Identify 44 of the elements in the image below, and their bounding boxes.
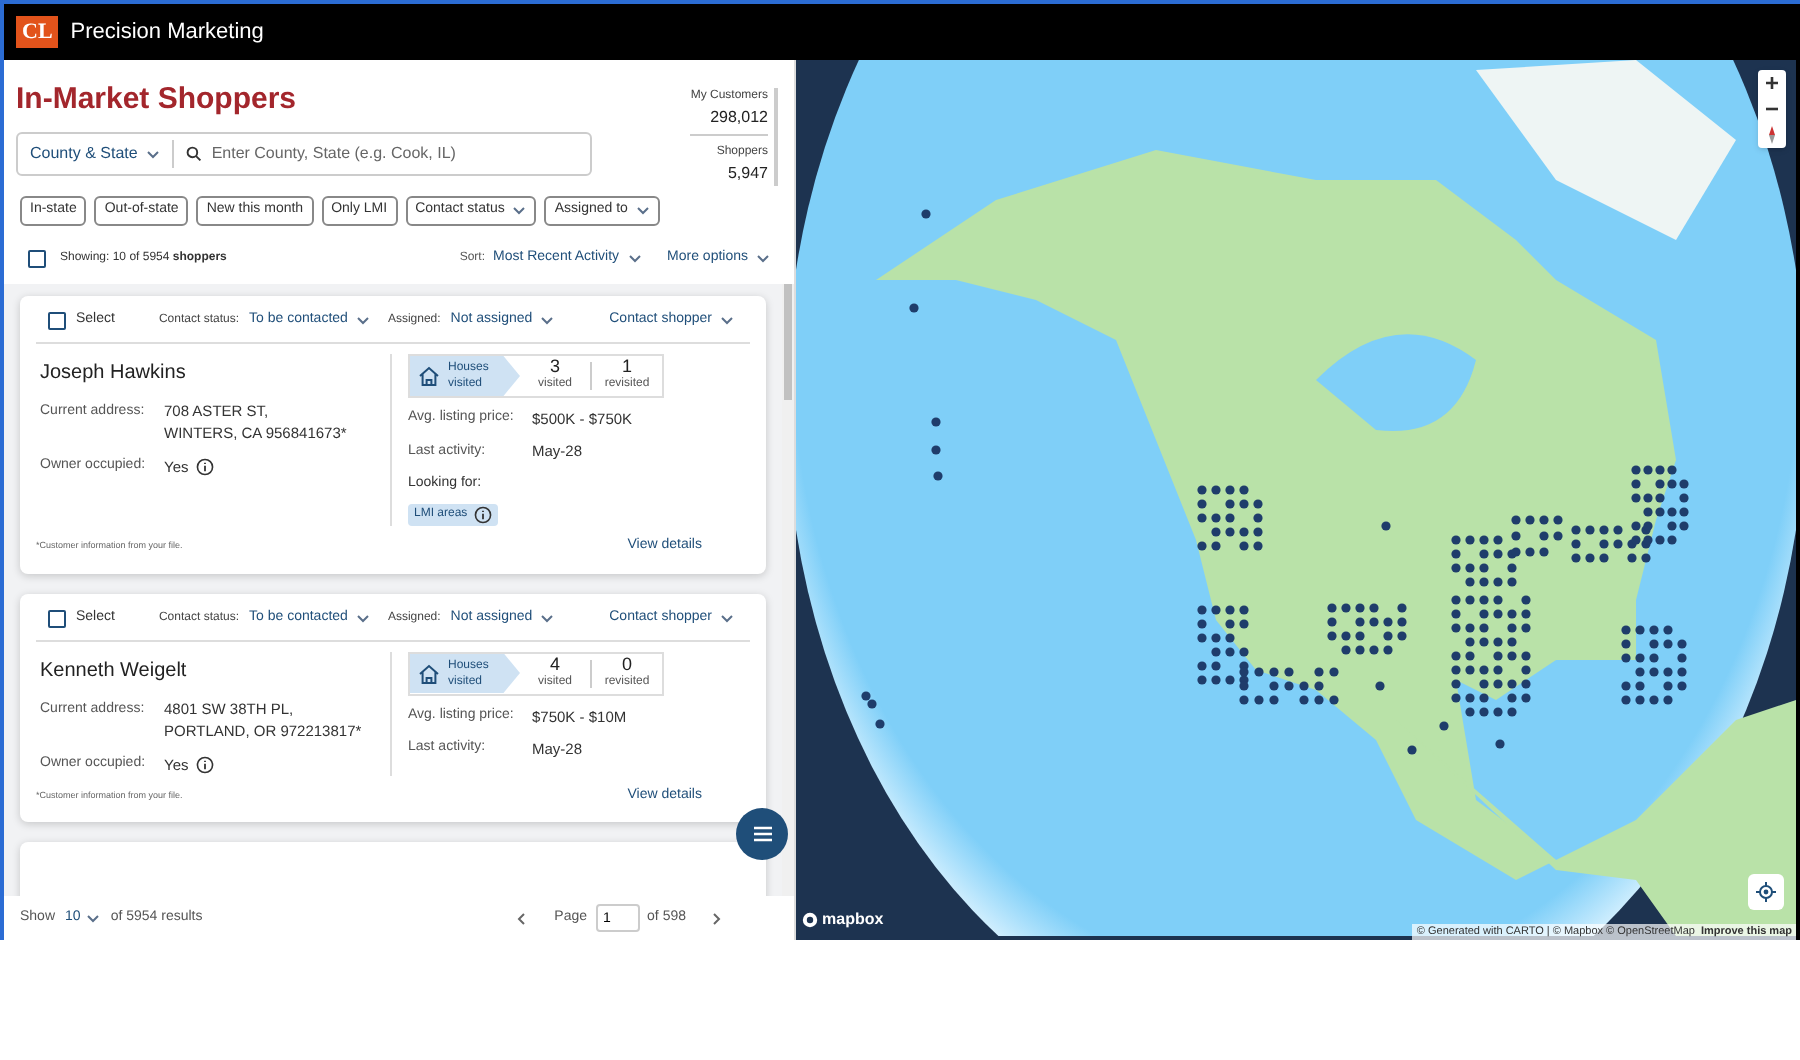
next-page-button[interactable] — [712, 911, 722, 925]
search-field[interactable]: County & State Enter County, State (e.g. Cook, IL) — [16, 132, 592, 176]
caret-icon — [540, 613, 555, 623]
caret-icon — [756, 253, 770, 263]
stat-value: 5,947 — [727, 162, 768, 186]
shopper-name: Kenneth Weigelt — [40, 657, 189, 685]
caret-icon — [145, 149, 160, 159]
chevron-right-icon — [712, 911, 722, 925]
caret-icon — [540, 316, 555, 326]
caret-icon — [720, 316, 734, 326]
chevron-left-icon — [516, 911, 527, 925]
target-icon — [1756, 882, 1776, 902]
menu-icon — [753, 826, 771, 842]
stat-value: 298,012 — [710, 106, 768, 130]
logo-icon — [802, 912, 818, 928]
revisited-count: 1 — [621, 358, 632, 376]
house-icon — [418, 663, 440, 683]
app-title: Precision Marketing — [70, 17, 264, 48]
checkbox[interactable] — [48, 312, 66, 330]
page-title: In-Market Shoppers — [16, 80, 299, 120]
logo: CL — [16, 16, 59, 48]
visited-count: 3 — [549, 358, 560, 376]
checkbox[interactable] — [48, 609, 66, 627]
mapbox-logo: mapbox — [822, 908, 884, 932]
caret-icon — [86, 913, 101, 923]
caret-icon — [635, 206, 650, 216]
checkbox[interactable] — [28, 249, 46, 267]
visited-count: 4 — [549, 655, 560, 673]
caret-icon — [355, 613, 370, 623]
shopper-name: Joseph Hawkins — [40, 360, 188, 388]
info-icon — [473, 506, 492, 524]
previous-page-button[interactable] — [516, 911, 527, 925]
caret-icon — [512, 206, 527, 216]
caret-icon — [720, 613, 734, 623]
scope-dropdown[interactable]: County & State — [30, 142, 138, 166]
house-icon — [418, 366, 440, 386]
locate-button[interactable] — [1748, 874, 1784, 910]
info-icon — [196, 755, 215, 774]
revisited-count: 0 — [621, 655, 632, 673]
caret-icon — [355, 316, 370, 326]
caret-icon — [627, 253, 642, 263]
search-icon — [185, 146, 202, 162]
info-icon — [196, 458, 215, 477]
scrollbar[interactable] — [782, 284, 794, 896]
